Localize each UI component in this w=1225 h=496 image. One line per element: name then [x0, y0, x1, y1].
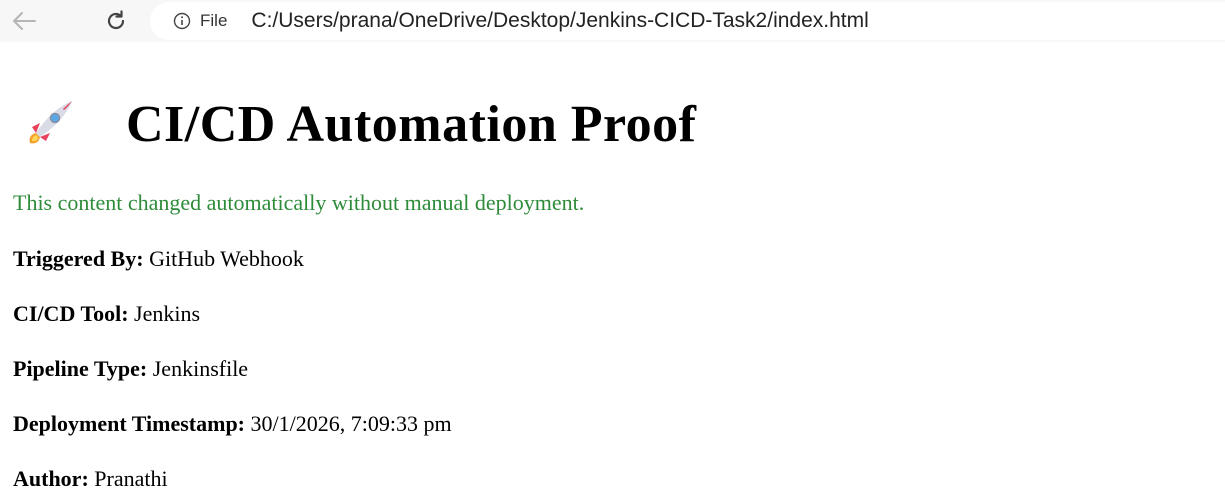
- cicd-tool-label: CI/CD Tool:: [13, 301, 129, 326]
- browser-toolbar: File C:/Users/prana/OneDrive/Desktop/Jen…: [0, 0, 1225, 42]
- cicd-tool-value: Jenkins: [134, 301, 201, 326]
- reload-button[interactable]: [100, 5, 132, 37]
- triggered-by-row: Triggered By: GitHub Webhook: [13, 246, 304, 272]
- pipeline-type-label: Pipeline Type:: [13, 356, 148, 381]
- author-row: Author: Pranathi: [13, 466, 168, 492]
- back-button[interactable]: [8, 5, 40, 37]
- deployment-timestamp-row: Deployment Timestamp: 30/1/2026, 7:09:33…: [13, 411, 452, 437]
- arrow-left-icon: [13, 12, 36, 30]
- pipeline-type-value: Jenkinsfile: [152, 356, 249, 381]
- cicd-tool-row: CI/CD Tool: Jenkins: [13, 301, 200, 327]
- triggered-by-label: Triggered By:: [13, 246, 144, 271]
- page-title: CI/CD Automation Proof: [22, 92, 696, 156]
- info-icon[interactable]: [172, 11, 192, 31]
- triggered-by-value: GitHub Webhook: [149, 246, 304, 271]
- reload-icon: [107, 10, 125, 30]
- heading-text: CI/CD Automation Proof: [126, 95, 697, 153]
- deployment-timestamp-label: Deployment Timestamp:: [13, 411, 246, 436]
- status-message: This content changed automatically witho…: [13, 190, 585, 215]
- author-label: Author:: [13, 466, 89, 491]
- page-content: CI/CD Automation Proof This content chan…: [0, 42, 1225, 496]
- rocket-icon: [29, 101, 72, 144]
- url-text[interactable]: C:/Users/prana/OneDrive/Desktop/Jenkins-…: [251, 9, 868, 33]
- file-scheme-label[interactable]: File: [200, 11, 227, 31]
- deployment-timestamp-value: 30/1/2026, 7:09:33 pm: [250, 411, 452, 436]
- address-bar[interactable]: File C:/Users/prana/OneDrive/Desktop/Jen…: [150, 2, 1225, 40]
- pipeline-type-row: Pipeline Type: Jenkinsfile: [13, 356, 248, 382]
- author-value: Pranathi: [94, 466, 168, 491]
